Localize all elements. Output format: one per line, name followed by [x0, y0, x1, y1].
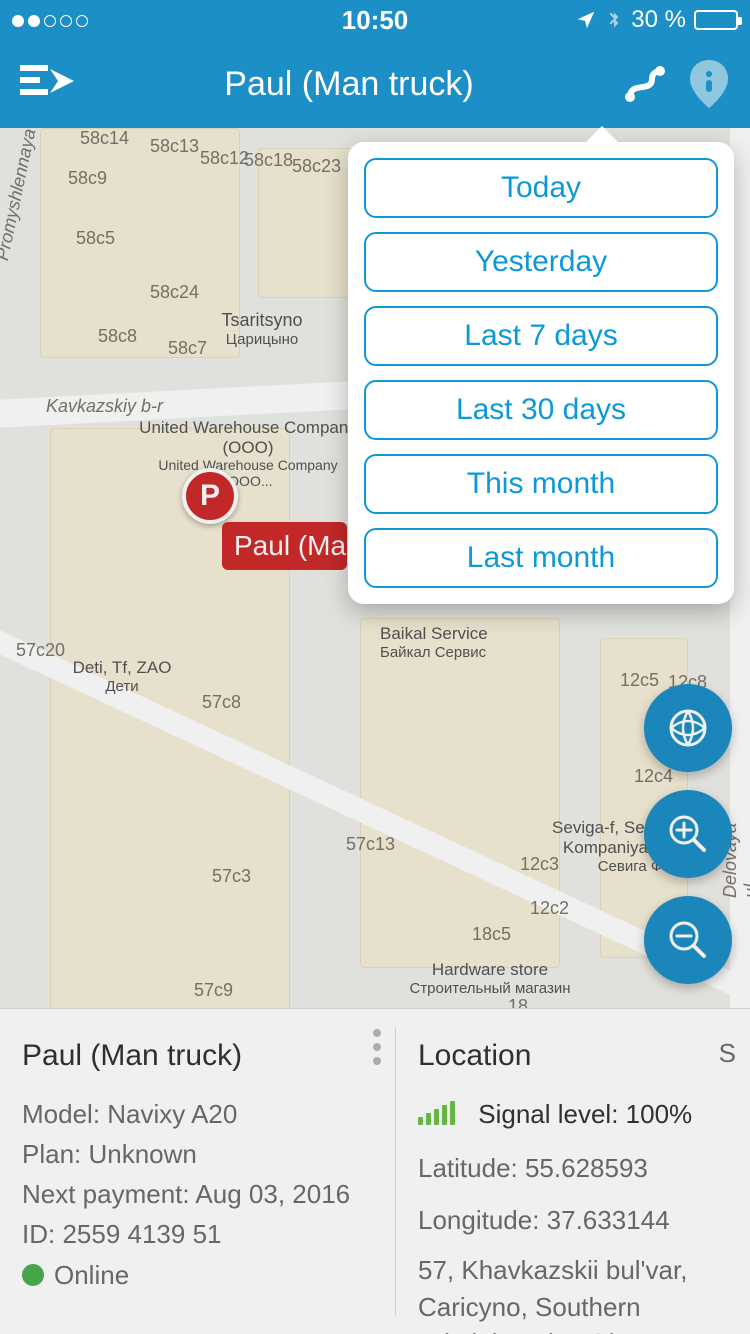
- app-header: Paul (Man truck): [0, 40, 750, 128]
- lot-label: 58c13: [150, 136, 199, 157]
- poi-label: United Warehouse Company (OOO) United Wa…: [138, 418, 358, 489]
- poi-label: Deti, Tf, ZAO Дети: [62, 658, 182, 695]
- map-controls: [644, 684, 732, 984]
- status-bar: 10:50 30 %: [0, 0, 750, 40]
- lot-label: 58c5: [76, 228, 115, 249]
- bluetooth-icon: [605, 7, 623, 33]
- status-right: 30 %: [575, 6, 738, 34]
- lot-label: 58c14: [80, 128, 129, 149]
- range-today[interactable]: Today: [364, 158, 718, 218]
- vehicle-status: Online: [22, 1255, 373, 1295]
- vehicle-title: Paul (Man truck): [22, 1033, 373, 1080]
- range-last-month[interactable]: Last month: [364, 528, 718, 588]
- lot-label: 12c2: [530, 898, 569, 919]
- vehicle-info: Paul (Man truck) Model: Navixy A20 Plan:…: [0, 1009, 395, 1334]
- longitude: Longitude: 37.633144: [418, 1200, 728, 1240]
- poi-sub: Строительный магазин: [390, 980, 590, 997]
- vehicle-id: ID: 2559 4139 51: [22, 1214, 373, 1254]
- poi-title: Deti, Tf, ZAO: [62, 658, 182, 678]
- online-dot-icon: [22, 1264, 44, 1286]
- lot-label: 58c9: [68, 168, 107, 189]
- lot-label: 58c23: [292, 156, 341, 177]
- poi-label: Tsaritsyno Царицыно: [192, 310, 332, 348]
- marker-letter: P: [200, 479, 220, 513]
- signal-text: Signal level: 100%: [478, 1099, 692, 1129]
- truncated-indicator: S: [719, 1033, 736, 1073]
- online-text: Online: [54, 1260, 129, 1290]
- vehicle-marker-label[interactable]: Paul (Man: [222, 522, 347, 570]
- lot-label: 58c8: [98, 326, 137, 347]
- map-layer-button[interactable]: [644, 684, 732, 772]
- poi-label: Hardware store Строительный магазин: [390, 960, 590, 997]
- vehicle-model: Model: Navixy A20: [22, 1094, 373, 1134]
- page-title: Paul (Man truck): [96, 65, 602, 104]
- poi-title: Baikal Service: [380, 624, 540, 644]
- info-panel: Paul (Man truck) Model: Navixy A20 Plan:…: [0, 1008, 750, 1334]
- lot-label: 18c5: [472, 924, 511, 945]
- range-this-month[interactable]: This month: [364, 454, 718, 514]
- signal-bars-icon: [418, 1101, 455, 1125]
- vehicle-plan: Plan: Unknown: [22, 1134, 373, 1174]
- date-range-popup: Today Yesterday Last 7 days Last 30 days…: [348, 142, 734, 604]
- battery-icon: [694, 10, 738, 30]
- status-time: 10:50: [342, 5, 409, 36]
- poi-title: Hardware store: [390, 960, 590, 980]
- lot-label: 58c7: [168, 338, 207, 359]
- poi-sub: Байкал Сервис: [380, 644, 540, 661]
- alert-pin-icon[interactable]: [688, 58, 730, 110]
- poi-label: Baikal Service Байкал Сервис: [380, 624, 540, 661]
- app-logo-icon[interactable]: [20, 63, 76, 105]
- range-last-30-days[interactable]: Last 30 days: [364, 380, 718, 440]
- lot-label: 58c24: [150, 282, 199, 303]
- poi-sub: Царицыно: [192, 331, 332, 348]
- lot-label: 57c20: [16, 640, 65, 661]
- signal-row: Signal level: 100%: [418, 1094, 728, 1134]
- range-yesterday[interactable]: Yesterday: [364, 232, 718, 292]
- lot-label: 57c8: [202, 692, 241, 713]
- vehicle-next-payment: Next payment: Aug 03, 2016: [22, 1174, 373, 1214]
- vehicle-marker[interactable]: P: [182, 468, 238, 524]
- lot-label: 57c13: [346, 834, 395, 855]
- carrier-strength-icon: [12, 6, 92, 34]
- location-arrow-icon: [575, 9, 597, 31]
- poi-title: United Warehouse Company (OOO): [138, 418, 358, 457]
- range-last-7-days[interactable]: Last 7 days: [364, 306, 718, 366]
- poi-sub: Дети: [62, 678, 182, 695]
- zoom-out-button[interactable]: [644, 896, 732, 984]
- vehicle-menu-button[interactable]: [373, 1029, 381, 1065]
- poi-title: Tsaritsyno: [192, 310, 332, 331]
- lot-label: 58c12: [200, 148, 249, 169]
- lot-label: 12c3: [520, 854, 559, 875]
- lot-label: 58c18: [244, 150, 293, 171]
- poi-sub: United Warehouse Company (OOO...: [138, 457, 358, 489]
- address: 57, Khavkazskii bul'var, Caricyno, South…: [418, 1252, 728, 1334]
- route-history-icon[interactable]: [622, 61, 668, 107]
- lot-label: 57c9: [194, 980, 233, 1001]
- location-info: Location S Signal level: 100% Latitude: …: [396, 1009, 750, 1334]
- street-label: Kavkazskiy b-r: [46, 396, 163, 417]
- latitude: Latitude: 55.628593: [418, 1148, 728, 1188]
- zoom-in-button[interactable]: [644, 790, 732, 878]
- lot-label: 57c3: [212, 866, 251, 887]
- battery-percent: 30 %: [631, 6, 686, 34]
- location-title-text: Location: [418, 1039, 531, 1072]
- location-title: Location S: [418, 1033, 728, 1080]
